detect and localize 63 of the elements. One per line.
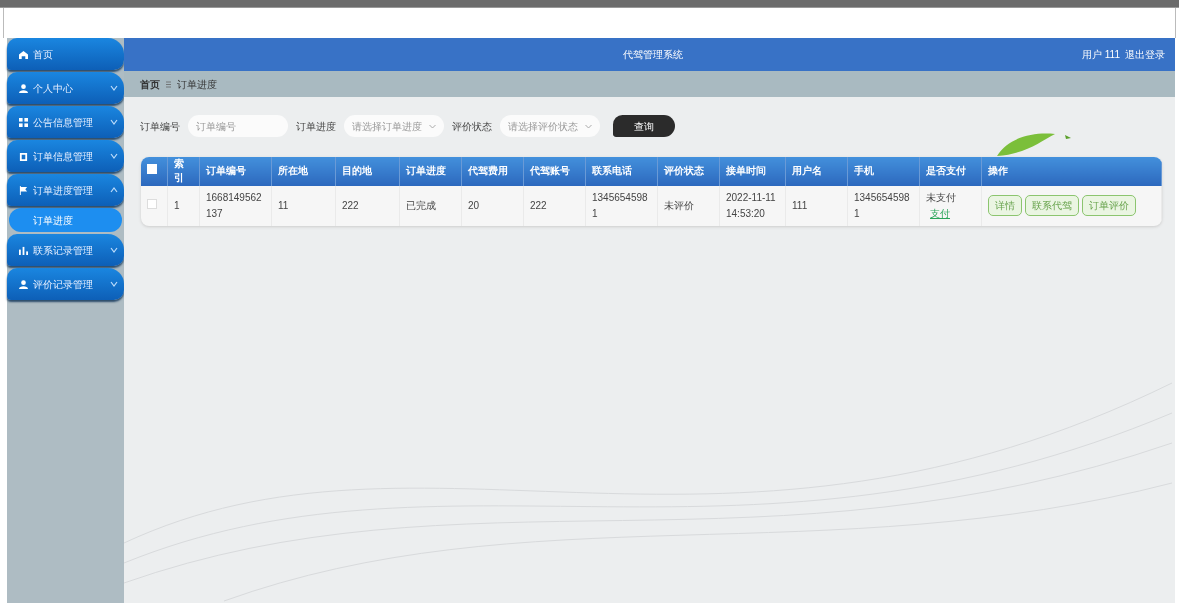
column-header: 用户名	[785, 157, 848, 186]
sidebar-item[interactable]: 评价记录管理	[7, 268, 124, 300]
grid-icon	[19, 117, 28, 127]
table-cell: 2022-11-11 14:53:20	[719, 185, 786, 226]
action-button[interactable]: 联系代驾	[1025, 194, 1079, 217]
field-label: 订单编号	[139, 119, 180, 134]
table-cell: 111	[785, 185, 848, 226]
column-header: 订单进度	[399, 157, 462, 186]
column-header: 索引	[167, 157, 200, 186]
clipboard-icon	[19, 151, 28, 161]
sidebar-item[interactable]: 订单进度管理	[7, 174, 124, 206]
pay-link[interactable]: 支付	[930, 207, 950, 219]
action-button[interactable]: 订单评价	[1082, 194, 1136, 217]
table-cell: 未支付	[926, 191, 956, 203]
table-cell: 1668149562137	[199, 185, 272, 226]
sidebar-item[interactable]: 个人中心	[7, 72, 124, 104]
search-field[interactable]: 订单编号	[187, 115, 288, 137]
column-header: 所在地	[271, 157, 336, 186]
table-cell: 222	[335, 185, 400, 226]
column-header: 接单时间	[719, 157, 786, 186]
table-cell: 未评价	[657, 185, 720, 226]
row-checkbox[interactable]	[146, 198, 157, 209]
column-header: 手机	[847, 157, 920, 186]
table-cell: 20	[461, 185, 524, 226]
separator-icon	[165, 80, 171, 88]
table-cell: 11	[271, 185, 336, 226]
chevron-icon	[428, 123, 436, 129]
table-cell: 222	[523, 185, 586, 226]
sidebar-item[interactable]: 首页	[7, 38, 124, 70]
column-header: 联系电话	[585, 157, 658, 186]
search-button[interactable]: 查询	[612, 115, 675, 137]
person-icon	[19, 83, 28, 93]
column-header: 订单编号	[199, 157, 272, 186]
column-header: 代驾账号	[523, 157, 586, 186]
flag-icon	[19, 185, 28, 195]
table-cell: 1	[167, 185, 200, 226]
column-header: 目的地	[335, 157, 400, 186]
column-header: 评价状态	[657, 157, 720, 186]
select-all-checkbox[interactable]	[146, 164, 157, 175]
select-field[interactable]: 请选择订单进度	[343, 115, 444, 137]
field-label: 评价状态	[451, 119, 492, 134]
column-header: 代驾费用	[461, 157, 524, 186]
person-icon	[19, 279, 28, 289]
field-label: 订单进度	[295, 119, 336, 134]
bar-chart-icon	[19, 245, 28, 255]
sidebar-subitem[interactable]: 订单进度	[9, 208, 122, 232]
table-cell: 13456545981	[847, 185, 920, 226]
select-field[interactable]: 请选择评价状态	[499, 115, 600, 137]
sidebar-item[interactable]: 公告信息管理	[7, 106, 124, 138]
column-header: 操作	[981, 157, 1162, 186]
table-cell: 13456545981	[585, 185, 658, 226]
breadcrumb-item: 订单进度	[176, 77, 217, 92]
breadcrumb-item[interactable]: 首页	[139, 76, 160, 92]
table-cell: 已完成	[399, 185, 462, 226]
column-header: 是否支付	[919, 157, 982, 186]
logout-link[interactable]: 退出登录	[1125, 47, 1165, 62]
chevron-icon	[584, 123, 592, 129]
action-button[interactable]: 详情	[988, 194, 1022, 217]
sidebar-item[interactable]: 订单信息管理	[7, 140, 124, 172]
sidebar-item[interactable]: 联系记录管理	[7, 234, 124, 266]
user-label: 用户 111	[1082, 48, 1120, 62]
app-title: 代驾管理系统	[621, 48, 684, 62]
home-icon	[19, 49, 28, 59]
